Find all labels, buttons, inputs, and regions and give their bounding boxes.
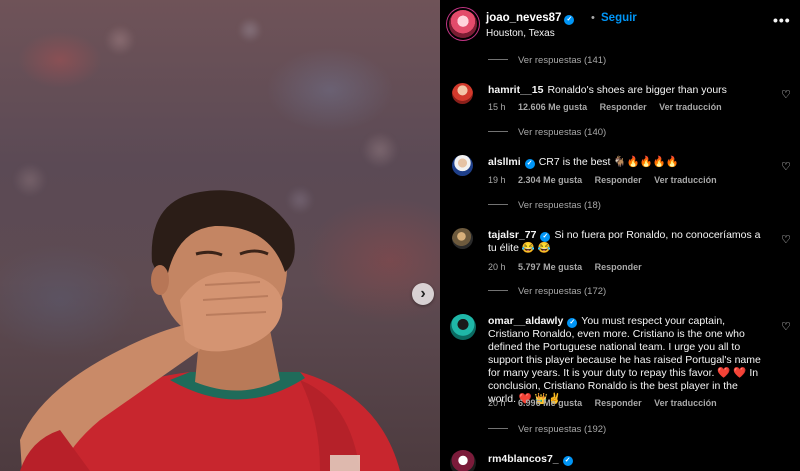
comment-likes[interactable]: 2.304 Me gusta: [518, 175, 582, 185]
verified-badge-icon: ✓: [564, 15, 575, 25]
commenter-username[interactable]: rm4blancos7_: [488, 453, 559, 465]
instagram-post-viewer: › joao_neves87 ✓ • Seguir Houston, Texas …: [0, 0, 800, 471]
commenter-avatar[interactable]: [450, 450, 476, 471]
translate-button[interactable]: Ver traducción: [659, 102, 722, 112]
comment-text: rm4blancos7_ ✓: [488, 453, 768, 466]
post-photo[interactable]: ›: [0, 0, 440, 471]
reply-button[interactable]: Responder: [595, 262, 642, 272]
view-replies-label[interactable]: Ver respuestas (18): [518, 200, 601, 211]
reply-button[interactable]: Responder: [595, 175, 642, 185]
commenter-username[interactable]: alsllmi: [488, 156, 521, 168]
comment-time[interactable]: 15 h: [488, 102, 506, 112]
player-figure: [20, 190, 400, 471]
comment-meta: 15 h 12.606 Me gusta Responder Ver tradu…: [488, 102, 732, 112]
commenter-avatar[interactable]: [452, 155, 473, 176]
translate-button[interactable]: Ver traducción: [654, 398, 717, 408]
post-header: joao_neves87 ✓ • Seguir Houston, Texas ••…: [440, 0, 800, 50]
comment-time[interactable]: 20 h: [488, 398, 506, 408]
view-replies-label[interactable]: Ver respuestas (172): [518, 286, 606, 297]
replies-divider: [488, 204, 508, 205]
author-avatar[interactable]: [449, 10, 477, 38]
post-location[interactable]: Houston, Texas: [486, 28, 555, 39]
comment-text: alsllmi ✓ CR7 is the best 🐐🔥🔥🔥🔥: [488, 156, 768, 169]
comment-body: Ronaldo's shoes are bigger than yours: [547, 84, 727, 96]
commenter-username[interactable]: hamrit__15: [488, 84, 543, 96]
replies-divider: [488, 290, 508, 291]
comment-meta: 20 h 5.797 Me gusta Responder: [488, 262, 652, 272]
view-replies-link[interactable]: Ver respuestas (172): [488, 286, 606, 297]
comment-text: omar__aldawly ✓ You must respect your capt…: [488, 315, 768, 406]
view-replies-link[interactable]: Ver respuestas (141): [488, 55, 606, 66]
comment-likes[interactable]: 6.996 Me gusta: [518, 398, 582, 408]
like-heart-icon[interactable]: ♡: [781, 320, 791, 333]
like-heart-icon[interactable]: ♡: [781, 88, 791, 101]
comments-panel: joao_neves87 ✓ • Seguir Houston, Texas ••…: [440, 0, 800, 471]
author-username[interactable]: joao_neves87 ✓: [486, 12, 575, 25]
commenter-username[interactable]: tajalsr_77: [488, 229, 536, 241]
view-replies-link[interactable]: Ver respuestas (192): [488, 424, 606, 435]
comment-text: tajalsr_77 ✓ Si no fuera por Ronaldo, no c…: [488, 229, 768, 255]
like-heart-icon[interactable]: ♡: [781, 233, 791, 246]
reply-button[interactable]: Responder: [595, 398, 642, 408]
next-photo-button[interactable]: ›: [412, 283, 434, 305]
view-replies-label[interactable]: Ver respuestas (141): [518, 55, 606, 66]
view-replies-label[interactable]: Ver respuestas (192): [518, 424, 606, 435]
commenter-avatar[interactable]: [450, 314, 476, 340]
comment-likes[interactable]: 12.606 Me gusta: [518, 102, 587, 112]
like-heart-icon[interactable]: ♡: [781, 160, 791, 173]
commenter-avatar[interactable]: [452, 83, 473, 104]
comment-meta: 20 h 6.996 Me gusta Responder Ver traduc…: [488, 398, 727, 408]
more-options-icon[interactable]: •••: [773, 12, 791, 28]
replies-divider: [488, 131, 508, 132]
comment-time[interactable]: 20 h: [488, 262, 506, 272]
view-replies-link[interactable]: Ver respuestas (140): [488, 127, 606, 138]
replies-divider: [488, 59, 508, 60]
comment-body: CR7 is the best 🐐🔥🔥🔥🔥: [538, 156, 679, 168]
commenter-avatar[interactable]: [452, 228, 473, 249]
commenter-username[interactable]: omar__aldawly: [488, 315, 563, 327]
comment-time[interactable]: 19 h: [488, 175, 506, 185]
verified-badge-icon: ✓: [562, 456, 573, 466]
comment-meta: 19 h 2.304 Me gusta Responder Ver traduc…: [488, 175, 727, 185]
comment-likes[interactable]: 5.797 Me gusta: [518, 262, 582, 272]
header-separator: •: [591, 12, 595, 24]
comment-body: You must respect your captain, Cristiano…: [488, 315, 761, 405]
verified-badge-icon: ✓: [567, 318, 578, 328]
comment-text: hamrit__15 Ronaldo's shoes are bigger tha…: [488, 84, 768, 97]
translate-button[interactable]: Ver traducción: [654, 175, 717, 185]
verified-badge-icon: ✓: [524, 159, 535, 169]
replies-divider: [488, 428, 508, 429]
reply-button[interactable]: Responder: [600, 102, 647, 112]
author-username-text[interactable]: joao_neves87: [486, 12, 561, 24]
follow-button[interactable]: Seguir: [601, 12, 637, 24]
verified-badge-icon: ✓: [540, 232, 551, 242]
view-replies-label[interactable]: Ver respuestas (140): [518, 127, 606, 138]
view-replies-link[interactable]: Ver respuestas (18): [488, 200, 601, 211]
